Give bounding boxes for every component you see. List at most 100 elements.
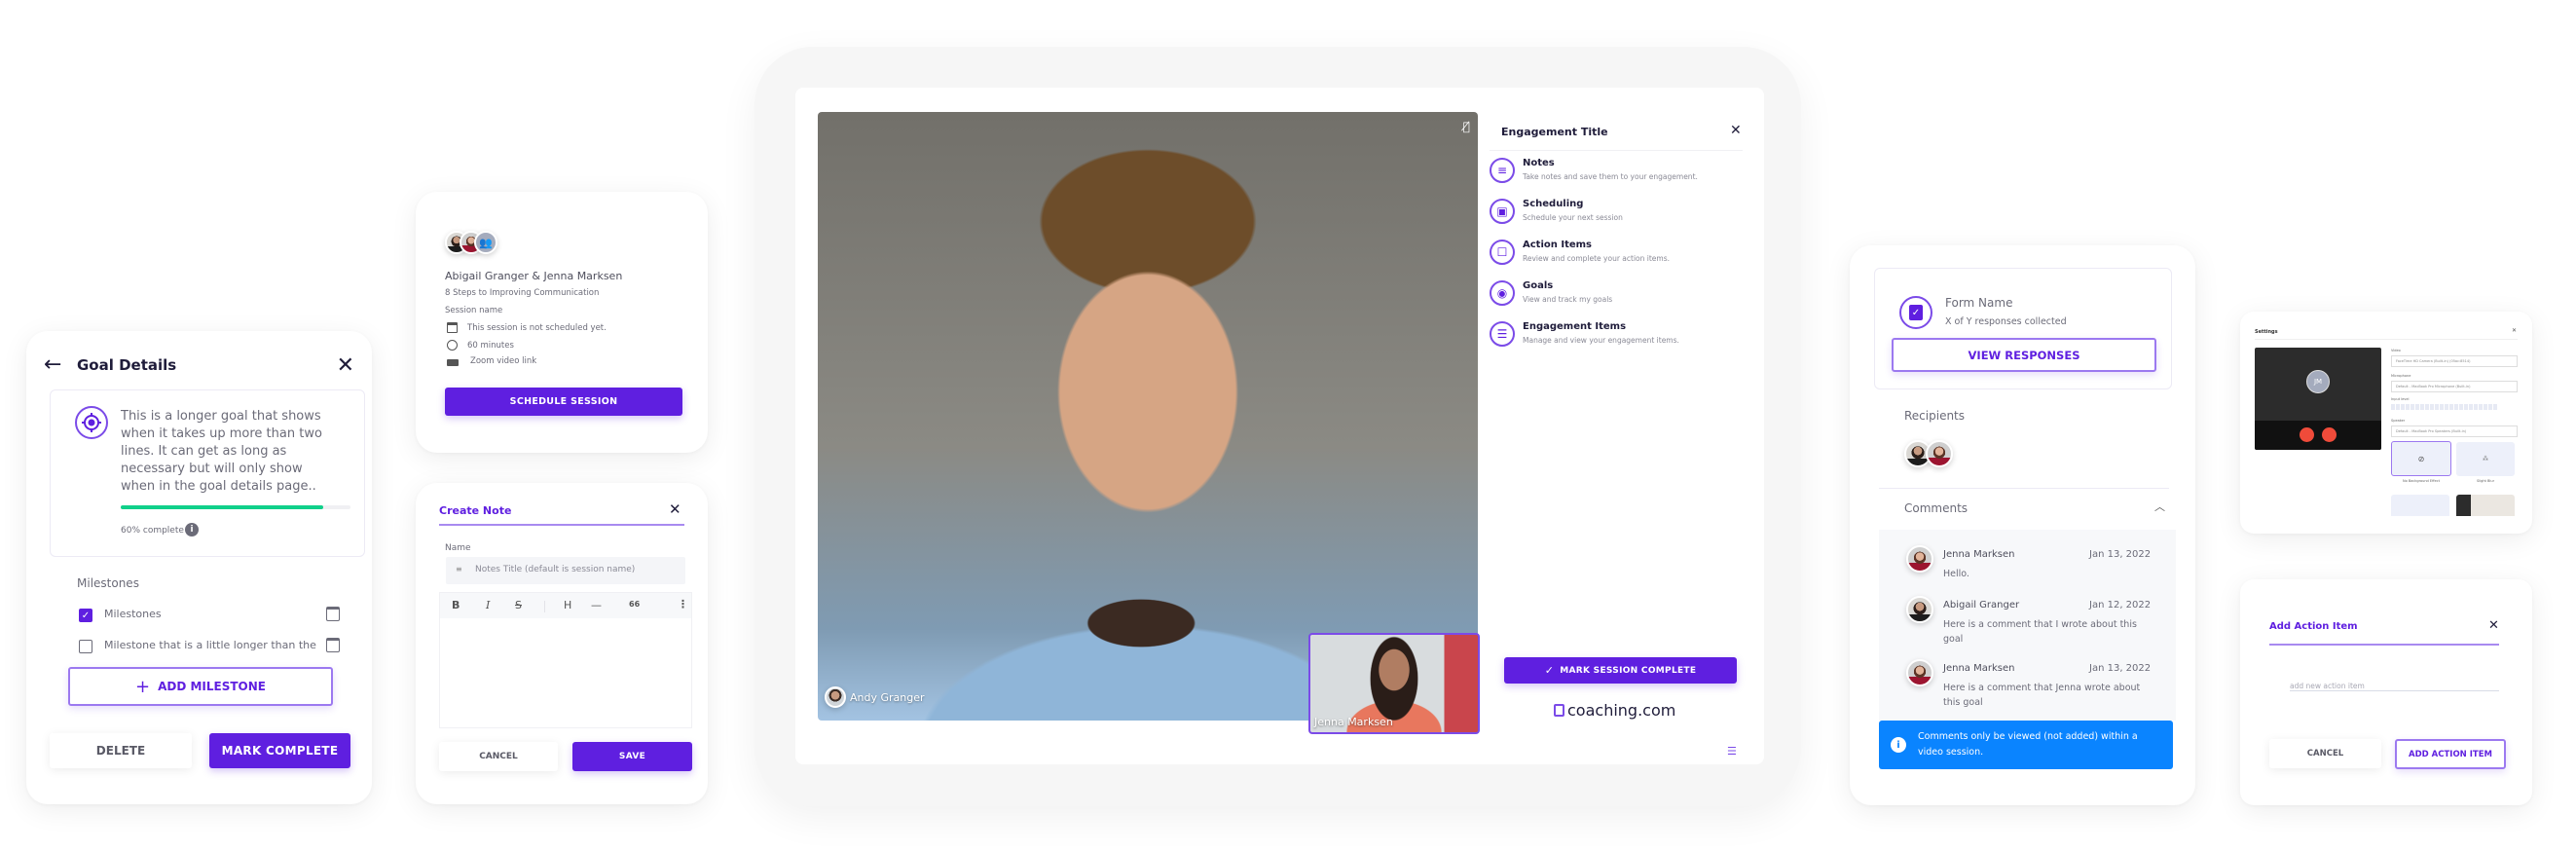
effect-slight-blur[interactable]: ⁂ [2456,442,2515,476]
effect-no-background-label: No Background Effect [2403,479,2440,483]
title-underline [439,524,684,526]
recipient-avatars [1904,440,1963,469]
panel-menu-item-title: Scheduling [1523,199,1584,209]
create-note-title: Create Note [439,504,512,517]
goal-details-title: Goal Details [77,356,177,374]
list-icon[interactable]: ☰ [1727,745,1737,758]
muted-mic-icon: 🎙̸ [1462,120,1470,133]
mark-session-complete-button[interactable]: ✓ MARK SESSION COMPLETE [1504,657,1737,684]
preview-controls [2255,421,2381,450]
video-link[interactable]: Zoom video link [470,356,536,366]
effect-virtual-background[interactable] [2456,495,2515,516]
add-milestone-button[interactable]: + ADD MILESTONE [68,667,333,706]
back-arrow-icon[interactable]: ← [44,352,61,377]
camera-preview: JM [2255,348,2381,450]
recipients-heading: Recipients [1904,409,1966,423]
calendar-icon[interactable] [326,607,340,621]
text-icon: ≡ [456,565,462,574]
comment-text: Here is a comment that I wrote about thi… [1943,619,2137,645]
bold-button[interactable]: B [452,599,460,611]
close-icon[interactable]: ✕ [669,502,681,517]
mic-off-button[interactable] [2322,427,2337,442]
clipboard-check-icon: ✓ [1899,296,1932,329]
strikethrough-button[interactable]: S [515,599,522,611]
microphone-label: Microphone [2391,374,2411,378]
cancel-button[interactable]: CANCEL [2269,739,2381,768]
microphone-select-value: Default - MacBook Pro Microphone (Built-… [2396,385,2471,388]
action-item-input[interactable]: add new action item [2290,674,2499,691]
brand-logo: coaching.com [1554,701,1675,720]
camera-off-button[interactable] [2300,427,2314,442]
delete-button[interactable]: DELETE [50,733,192,768]
panel-menu-item-notes[interactable]: ≡ Notes Take notes and save them to your… [1490,156,1743,191]
note-title-input[interactable]: ≡ Notes Title (default is session name) [446,557,685,584]
comment-item: Jenna Marksen Jan 13, 2022 Here is a com… [1879,653,2171,712]
milestone-item[interactable]: Milestone that is a little longer than t… [77,638,359,657]
milestone-label: Milestone that is a little longer than t… [104,639,316,651]
plus-icon: + [135,676,151,697]
microphone-select[interactable]: Default - MacBook Pro Microphone (Built-… [2391,381,2518,392]
milestone-label: Milestones [104,608,162,620]
comment-item: Abigail Granger Jan 12, 2022 Here is a c… [1879,590,2171,648]
goal-progress-bar [121,505,350,509]
target-icon [75,406,108,439]
main-video[interactable]: 🎙̸ Andy Granger [818,112,1478,721]
pip-video[interactable]: Jenna Marksen [1308,633,1480,734]
comment-avatar [1906,596,1933,623]
brand-name: coaching.com [1567,701,1676,720]
comment-text: Hello. [1943,569,1969,579]
speaker-select[interactable]: Default - MacBook Pro Speakers (Built-in… [2391,426,2518,437]
heading-button[interactable]: H [564,599,571,611]
effect-no-background[interactable]: ⊘ [2391,441,2451,476]
recipient-avatar-jenna [1926,440,1953,467]
input-level-meter [2391,404,2498,410]
andy-avatar [825,686,846,708]
chevron-up-icon: ︿ [2154,500,2165,513]
mark-complete-button[interactable]: MARK COMPLETE [209,733,350,768]
settings-card: Settings ✕ JM Video FaceTime HD Camera (… [2240,312,2532,534]
milestone-item[interactable]: ✓ Milestones [77,607,359,626]
main-participant-tag: Andy Granger [825,686,925,708]
create-note-card: Create Note ✕ Name ≡ Notes Title (defaul… [416,483,708,804]
close-icon[interactable]: ✕ [2512,327,2517,334]
settings-title: Settings [2255,329,2278,335]
calendar-icon[interactable] [326,638,340,652]
goal-progress-label: 60% complete [121,526,184,536]
editor-body[interactable] [440,618,691,727]
horizontal-rule-button[interactable]: — [591,599,602,611]
italic-button[interactable]: I [486,599,490,611]
panel-menu-item-desc: Take notes and save them to your engagem… [1523,172,1698,181]
schedule-status: This session is not scheduled yet. [467,323,607,333]
panel-menu-item-title: Engagement Items [1523,321,1627,332]
close-icon[interactable]: ✕ [2488,619,2499,632]
calendar-icon: ▣ [1490,199,1515,224]
milestone-checkbox[interactable] [79,640,92,653]
goal-progress-fill [121,505,323,509]
close-panel-icon[interactable]: ✕ [1730,124,1742,137]
save-button[interactable]: SAVE [572,742,692,771]
effect-strong-blur[interactable] [2391,495,2449,516]
panel-menu-item-scheduling[interactable]: ▣ Scheduling Schedule your next session [1490,197,1743,232]
cancel-button[interactable]: CANCEL [439,742,558,771]
panel-menu-item-engagement-items[interactable]: ☰ Engagement Items Manage and view your … [1490,319,1743,354]
add-action-item-button[interactable]: ADD ACTION ITEM [2395,739,2506,769]
info-banner: i Comments only be viewed (not added) wi… [1879,721,2173,769]
form-box: ✓ Form Name X of Y responses collected V… [1874,268,2172,389]
comments-toggle[interactable]: Comments ︿ [1879,494,2169,523]
milestone-checkbox-checked[interactable]: ✓ [79,609,92,622]
add-action-item-card: Add Action Item ✕ add new action item CA… [2240,579,2532,805]
panel-menu-item-goals[interactable]: ◉ Goals View and track my goals [1490,278,1743,314]
view-responses-button[interactable]: VIEW RESPONSES [1892,338,2156,372]
form-responses: X of Y responses collected [1945,316,2067,327]
pip-participant-name: Jenna Marksen [1314,716,1393,728]
schedule-session-button[interactable]: SCHEDULE SESSION [445,388,682,416]
effect-slight-blur-label: Slight Blur [2476,479,2495,483]
comments-heading: Comments [1904,501,1969,515]
panel-menu-item-action-items[interactable]: ☐ Action Items Review and complete your … [1490,238,1743,273]
video-select[interactable]: FaceTime HD Camera (Built-in) (05ac:8514… [2391,355,2518,367]
more-options-button[interactable]: ⋮ [678,598,688,610]
close-icon[interactable]: ✕ [337,355,354,377]
quote-button[interactable]: 66 [629,600,640,609]
panel-menu-item-desc: Review and complete your action items. [1523,254,1671,263]
info-icon[interactable]: i [185,523,199,536]
